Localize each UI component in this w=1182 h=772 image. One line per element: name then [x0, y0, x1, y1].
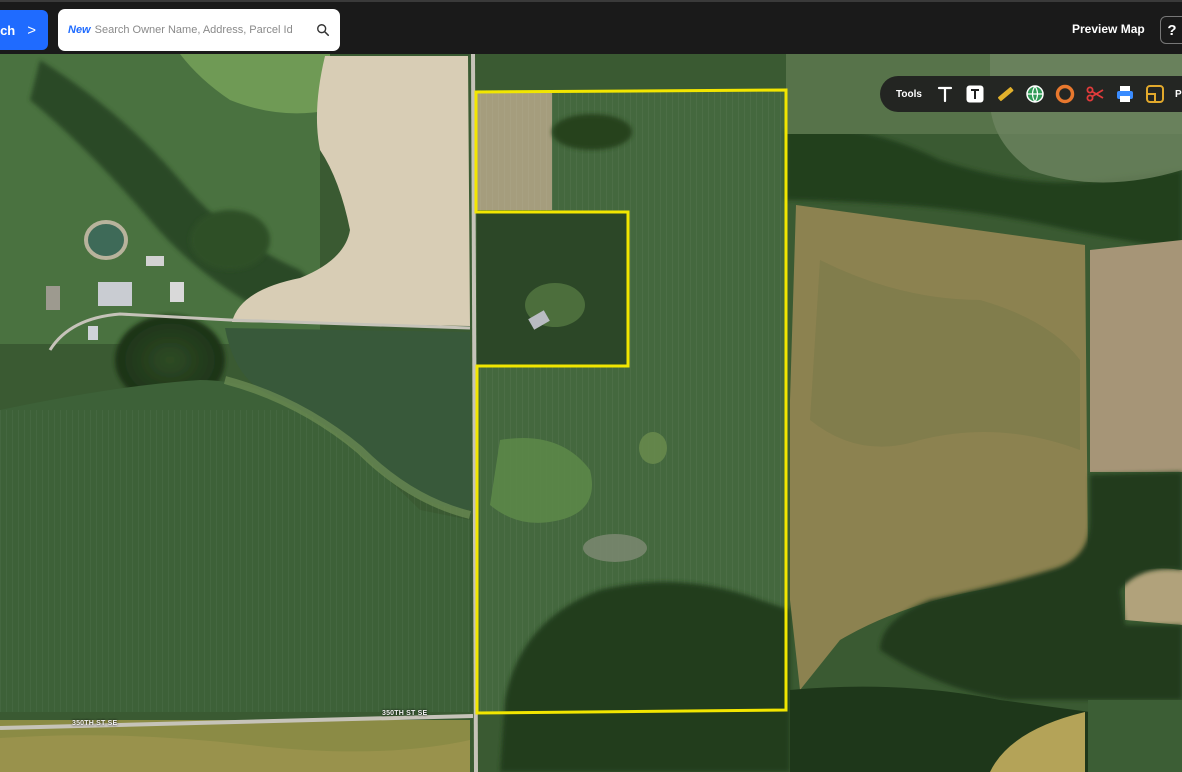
tools-overflow-label[interactable]: P — [1175, 89, 1182, 100]
small-shed — [88, 326, 98, 340]
search-icon[interactable] — [316, 23, 330, 37]
layout-tool[interactable] — [1145, 84, 1166, 105]
preview-map-button[interactable]: Preview Map — [1072, 22, 1145, 36]
circle-icon — [1056, 84, 1075, 104]
search-button[interactable]: ch > — [0, 10, 48, 50]
text-tool[interactable] — [935, 84, 956, 105]
globe-tool[interactable] — [1025, 84, 1046, 105]
satellite-map[interactable]: 350TH ST SE 350TH ST SE — [0, 54, 1182, 772]
tree-cluster-yard-north — [190, 210, 270, 270]
help-button[interactable]: ? — [1160, 16, 1182, 44]
field-southeast-green — [1088, 700, 1182, 772]
search-box[interactable]: New — [58, 9, 340, 51]
search-button-label: ch — [0, 22, 16, 38]
search-input[interactable] — [94, 24, 316, 36]
scissors-icon — [1086, 86, 1104, 102]
chevron-right-icon: > — [27, 21, 36, 39]
shed-building — [170, 282, 184, 302]
layout-icon — [1146, 85, 1165, 103]
app: ch > New Preview Map ? — [0, 0, 1182, 772]
wetland-pond — [583, 534, 647, 562]
road-label-east: 350TH ST SE — [382, 710, 428, 717]
measure-tool[interactable] — [995, 84, 1016, 105]
outbuilding — [146, 256, 164, 266]
tools-label: Tools — [896, 88, 922, 100]
wetland-spot — [639, 432, 667, 464]
text-box-tool[interactable] — [965, 84, 986, 105]
tools-panel: Tools P — [880, 76, 1182, 112]
circle-tool[interactable] — [1055, 84, 1076, 105]
tree-patch-north — [552, 114, 632, 150]
cut-tool[interactable] — [1085, 84, 1106, 105]
printer-icon — [1117, 86, 1134, 102]
ruler-icon — [998, 87, 1014, 102]
field-far-east — [1090, 240, 1182, 472]
road-label-west: 350TH ST SE — [72, 720, 118, 727]
text-box-icon — [966, 85, 984, 103]
shed-west — [46, 286, 60, 310]
globe-icon — [1026, 85, 1045, 103]
print-tool[interactable] — [1115, 84, 1136, 105]
strip-field-lines — [477, 92, 552, 210]
pond — [84, 220, 128, 260]
map-canvas[interactable] — [0, 54, 1182, 772]
text-icon — [938, 86, 953, 103]
new-badge: New — [68, 24, 91, 36]
top-bar: ch > New Preview Map ? — [0, 0, 1182, 54]
barn-building — [98, 282, 132, 306]
